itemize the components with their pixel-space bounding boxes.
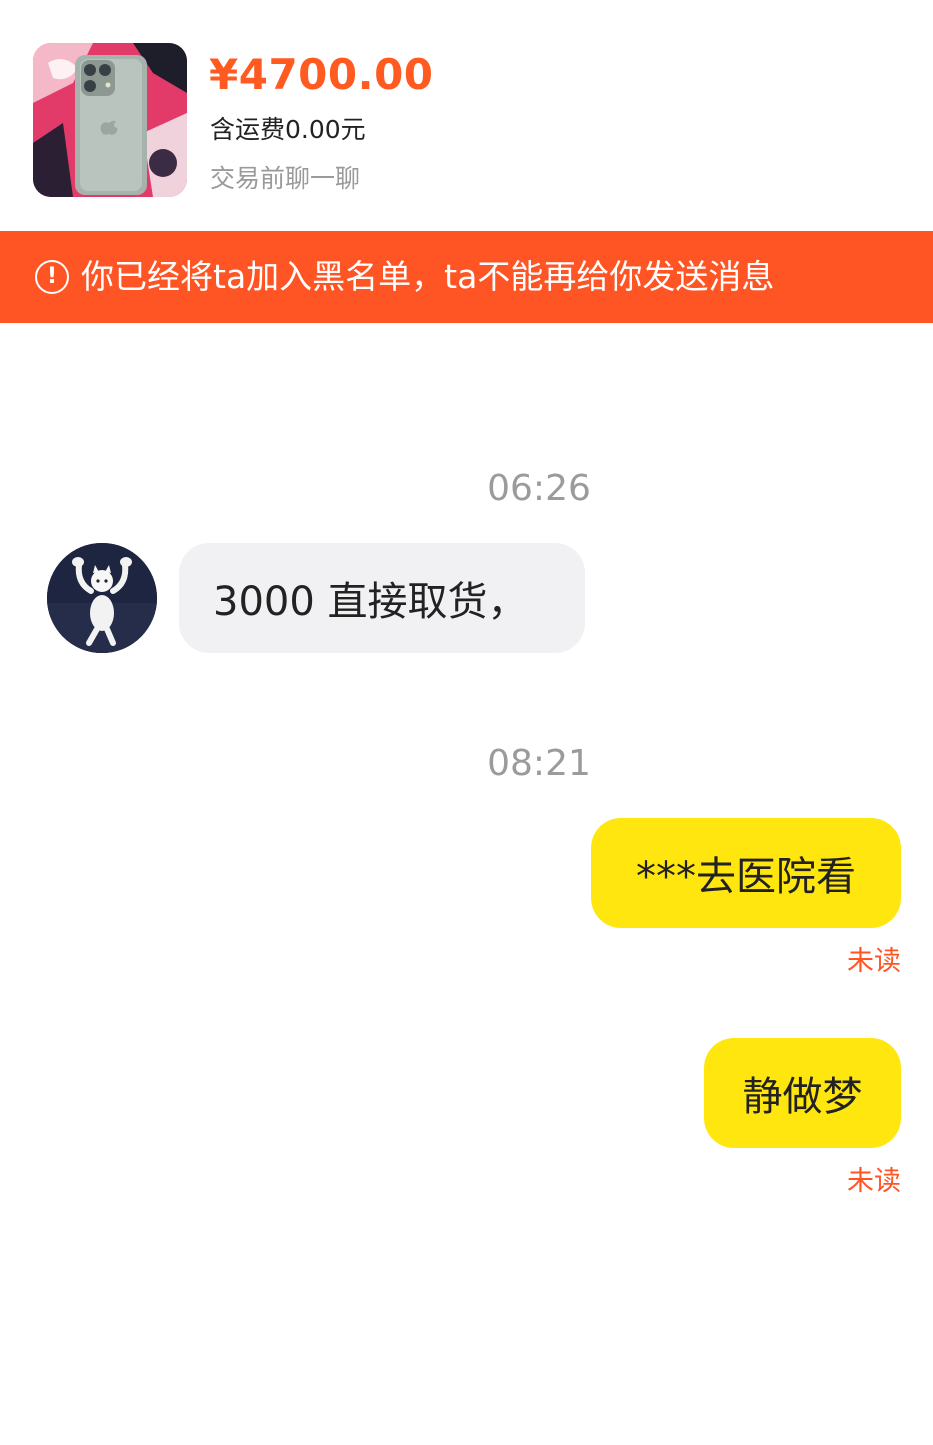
message-bubble-outgoing[interactable]: 静做梦 — [704, 1038, 901, 1148]
timestamp: 06:26 — [487, 468, 591, 509]
message-bubble-outgoing[interactable]: ***去医院看 — [591, 818, 901, 928]
phone-product-image — [33, 43, 187, 197]
blacklist-message: 你已经将ta加入黑名单，ta不能再给你发送消息 — [81, 257, 775, 296]
unread-status: 未读 — [847, 946, 901, 977]
shipping-fee: 含运费0.00元 — [210, 115, 366, 144]
message-text: 静做梦 — [742, 1074, 863, 1120]
product-thumbnail[interactable] — [33, 43, 187, 197]
alert-circle-icon: ! — [35, 260, 69, 294]
product-card[interactable]: ¥4700.00 含运费0.00元 交易前聊一聊 — [0, 0, 933, 231]
contact-avatar[interactable] — [47, 543, 157, 653]
blacklist-banner: ! 你已经将ta加入黑名单，ta不能再给你发送消息 — [0, 231, 933, 323]
message-bubble-incoming[interactable]: 3000 直接取货， — [179, 543, 585, 653]
unread-status: 未读 — [847, 1166, 901, 1197]
message-text: ***去医院看 — [636, 854, 856, 900]
product-price: ¥4700.00 — [209, 50, 434, 99]
timestamp: 08:21 — [487, 743, 591, 784]
message-text: 3000 直接取货， — [213, 579, 528, 625]
cat-avatar-icon — [47, 543, 157, 653]
chat-page: ¥4700.00 含运费0.00元 交易前聊一聊 ! 你已经将ta加入黑名单，t… — [0, 0, 933, 1445]
chat-hint: 交易前聊一聊 — [210, 164, 361, 193]
